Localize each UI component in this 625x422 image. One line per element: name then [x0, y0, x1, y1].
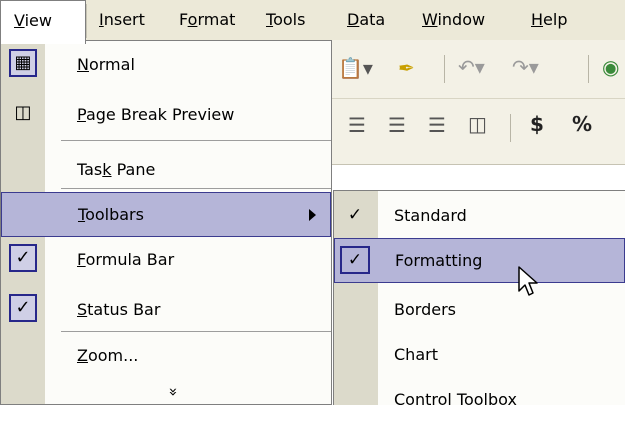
- menu-view-label: View: [14, 11, 52, 30]
- undo-icon[interactable]: ↶▾: [458, 55, 485, 79]
- standard-toolbar: 📋▾ ✒ ↶▾ ↷▾ ◉: [326, 40, 625, 99]
- menu-data-label: Data: [347, 10, 386, 29]
- submenu-item-label: Chart: [394, 345, 438, 364]
- checkmark-icon: ✓: [9, 244, 37, 272]
- mouse-cursor-icon: [518, 266, 538, 296]
- expand-glyph: »: [164, 387, 183, 397]
- align-center-icon[interactable]: ☰: [388, 113, 406, 137]
- submenu-item-chart[interactable]: Chart: [334, 332, 625, 377]
- toolbars-submenu: ✓ Standard ✓ Formatting Borders Chart Co…: [333, 190, 625, 409]
- submenu-arrow-icon: [309, 209, 316, 221]
- percent-icon[interactable]: %: [572, 112, 592, 136]
- formatting-toolbar: ☰ ☰ ☰ ◫ $ %: [326, 99, 625, 157]
- menu-view[interactable]: View: [0, 0, 86, 44]
- checkmark-icon: ✓: [9, 294, 37, 322]
- menu-item-zoom[interactable]: Zoom...: [1, 333, 331, 378]
- submenu-item-label: Standard: [394, 206, 467, 225]
- menu-tools[interactable]: Tools: [266, 0, 305, 40]
- submenu-item-label: Control Toolbox: [394, 390, 517, 409]
- align-right-icon[interactable]: ☰: [428, 113, 446, 137]
- view-menu: ▦ Normal ◫ Page Break Preview Task Pane …: [0, 40, 332, 405]
- checkmark-icon: ✓: [340, 246, 370, 274]
- menu-help[interactable]: Help: [531, 0, 567, 40]
- menu-item-status-bar[interactable]: ✓ Status Bar: [1, 287, 331, 332]
- toolbar-separator: [588, 55, 589, 83]
- page-break-preview-icon: ◫: [14, 102, 32, 123]
- menu-bar: View Insert Format Tools Data Window Hel…: [0, 0, 625, 44]
- align-left-icon[interactable]: ☰: [348, 113, 366, 137]
- menu-item-normal[interactable]: ▦ Normal: [1, 42, 331, 87]
- expand-menu-chevron-icon[interactable]: »: [165, 381, 183, 403]
- format-painter-icon[interactable]: ✒: [398, 56, 415, 80]
- menu-item-label: Task Pane: [77, 160, 156, 179]
- menu-item-label: Status Bar: [77, 300, 161, 319]
- submenu-item-standard[interactable]: ✓ Standard: [334, 193, 625, 238]
- menu-separator: [61, 331, 331, 332]
- paste-icon[interactable]: 📋▾: [338, 56, 373, 80]
- menu-item-formula-bar[interactable]: ✓ Formula Bar: [1, 237, 331, 282]
- menu-separator: [61, 188, 331, 189]
- menu-insert-label: Insert: [99, 10, 145, 29]
- menu-item-toolbars[interactable]: Toolbars: [1, 192, 331, 237]
- redo-icon[interactable]: ↷▾: [512, 55, 539, 79]
- menu-item-label: Page Break Preview: [77, 105, 235, 124]
- submenu-item-label: Formatting: [395, 251, 483, 270]
- menu-item-page-break-preview[interactable]: ◫ Page Break Preview: [1, 92, 331, 137]
- toolbar-separator: [510, 114, 511, 142]
- menu-tools-label: Tools: [266, 10, 306, 29]
- menu-item-label: Zoom...: [77, 346, 139, 365]
- menu-item-label: Toolbars: [78, 205, 144, 224]
- submenu-item-label: Borders: [394, 300, 456, 319]
- menu-window-label: Window: [422, 10, 486, 29]
- menu-insert[interactable]: Insert: [99, 0, 145, 40]
- hyperlink-icon[interactable]: ◉: [602, 55, 619, 79]
- menu-format-label: Format: [179, 10, 236, 29]
- menu-help-label: Help: [531, 10, 568, 29]
- menu-item-label: Formula Bar: [77, 250, 175, 269]
- menu-format[interactable]: Format: [179, 0, 235, 40]
- menu-separator: [61, 140, 331, 141]
- menu-item-task-pane[interactable]: Task Pane: [1, 147, 331, 192]
- submenu-item-formatting[interactable]: ✓ Formatting: [334, 238, 625, 283]
- menu-item-label: Normal: [77, 55, 135, 74]
- toolbar-area: 📋▾ ✒ ↶▾ ↷▾ ◉ ☰ ☰ ☰ ◫ $ %: [326, 40, 625, 164]
- submenu-item-borders[interactable]: Borders: [334, 287, 625, 332]
- menu-window[interactable]: Window: [422, 0, 485, 40]
- toolbar-separator: [444, 55, 445, 83]
- normal-view-icon: ▦: [9, 49, 37, 77]
- currency-icon[interactable]: $: [530, 112, 544, 136]
- merge-and-center-icon[interactable]: ◫: [468, 112, 487, 136]
- submenu-item-control-toolbox[interactable]: Control Toolbox: [334, 377, 625, 422]
- menu-data[interactable]: Data: [347, 0, 385, 40]
- checkmark-icon: ✓: [347, 205, 363, 225]
